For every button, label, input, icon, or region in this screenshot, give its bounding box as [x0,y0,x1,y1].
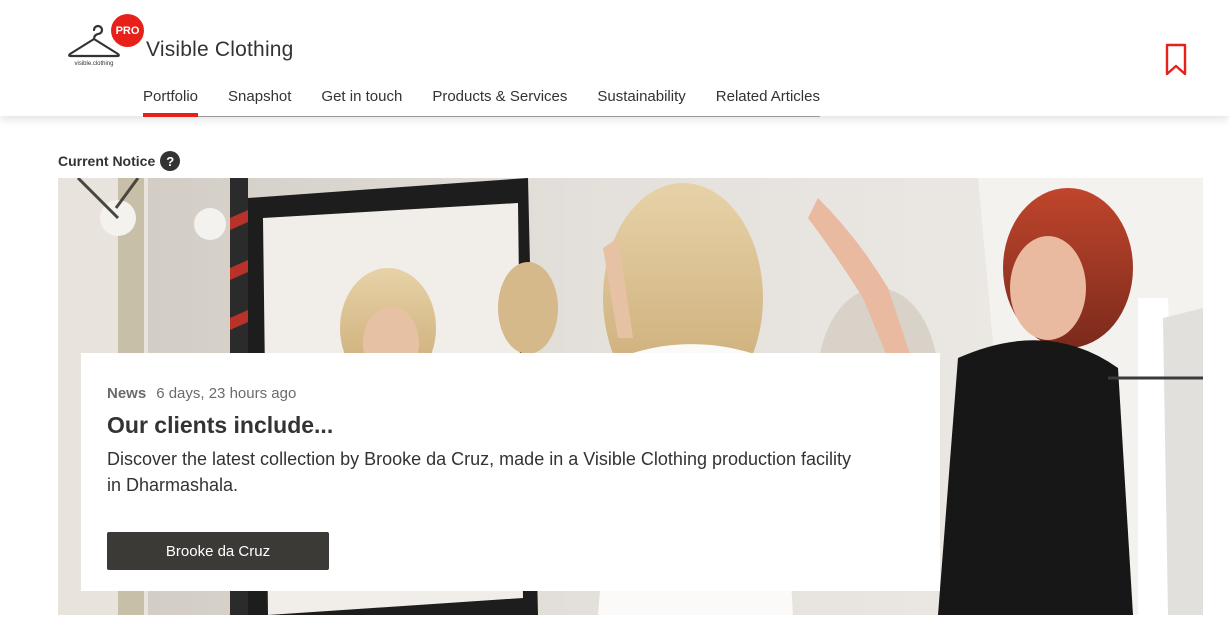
notice-description: Discover the latest collection by Brooke… [107,449,852,495]
tab-sustainability[interactable]: Sustainability [597,84,685,116]
tab-portfolio[interactable]: Portfolio [143,84,199,117]
tab-related-articles[interactable]: Related Articles [716,84,820,116]
notice-card: News 6 days, 23 hours ago Our clients inc… [81,353,940,591]
notice-category: News [107,385,147,402]
notice-meta: News 6 days, 23 hours ago [107,385,296,402]
profile-nav: Portfolio Snapshot Get in touch Products… [143,84,820,117]
logo-text: visible.clothing [74,61,114,67]
help-icon[interactable]: ? [160,151,181,171]
pro-badge: PRO [111,14,144,47]
notice-title: Our clients include... [107,412,334,438]
current-notice-label: Current Notice [58,153,156,169]
site-header: visible.clothing PRO Visible Clothing Po… [0,0,1229,117]
brooke-da-cruz-button[interactable]: Brooke da Cruz [107,532,329,570]
current-notice-heading: Current Notice ? [58,151,181,171]
company-name: Visible Clothing [146,38,294,61]
notice-time: 6 days, 23 hours ago [156,385,297,402]
tab-snapshot[interactable]: Snapshot [228,84,291,116]
tab-products-services[interactable]: Products & Services [432,84,567,116]
bookmark-icon[interactable] [1163,43,1189,77]
tab-get-in-touch[interactable]: Get in touch [321,84,402,116]
